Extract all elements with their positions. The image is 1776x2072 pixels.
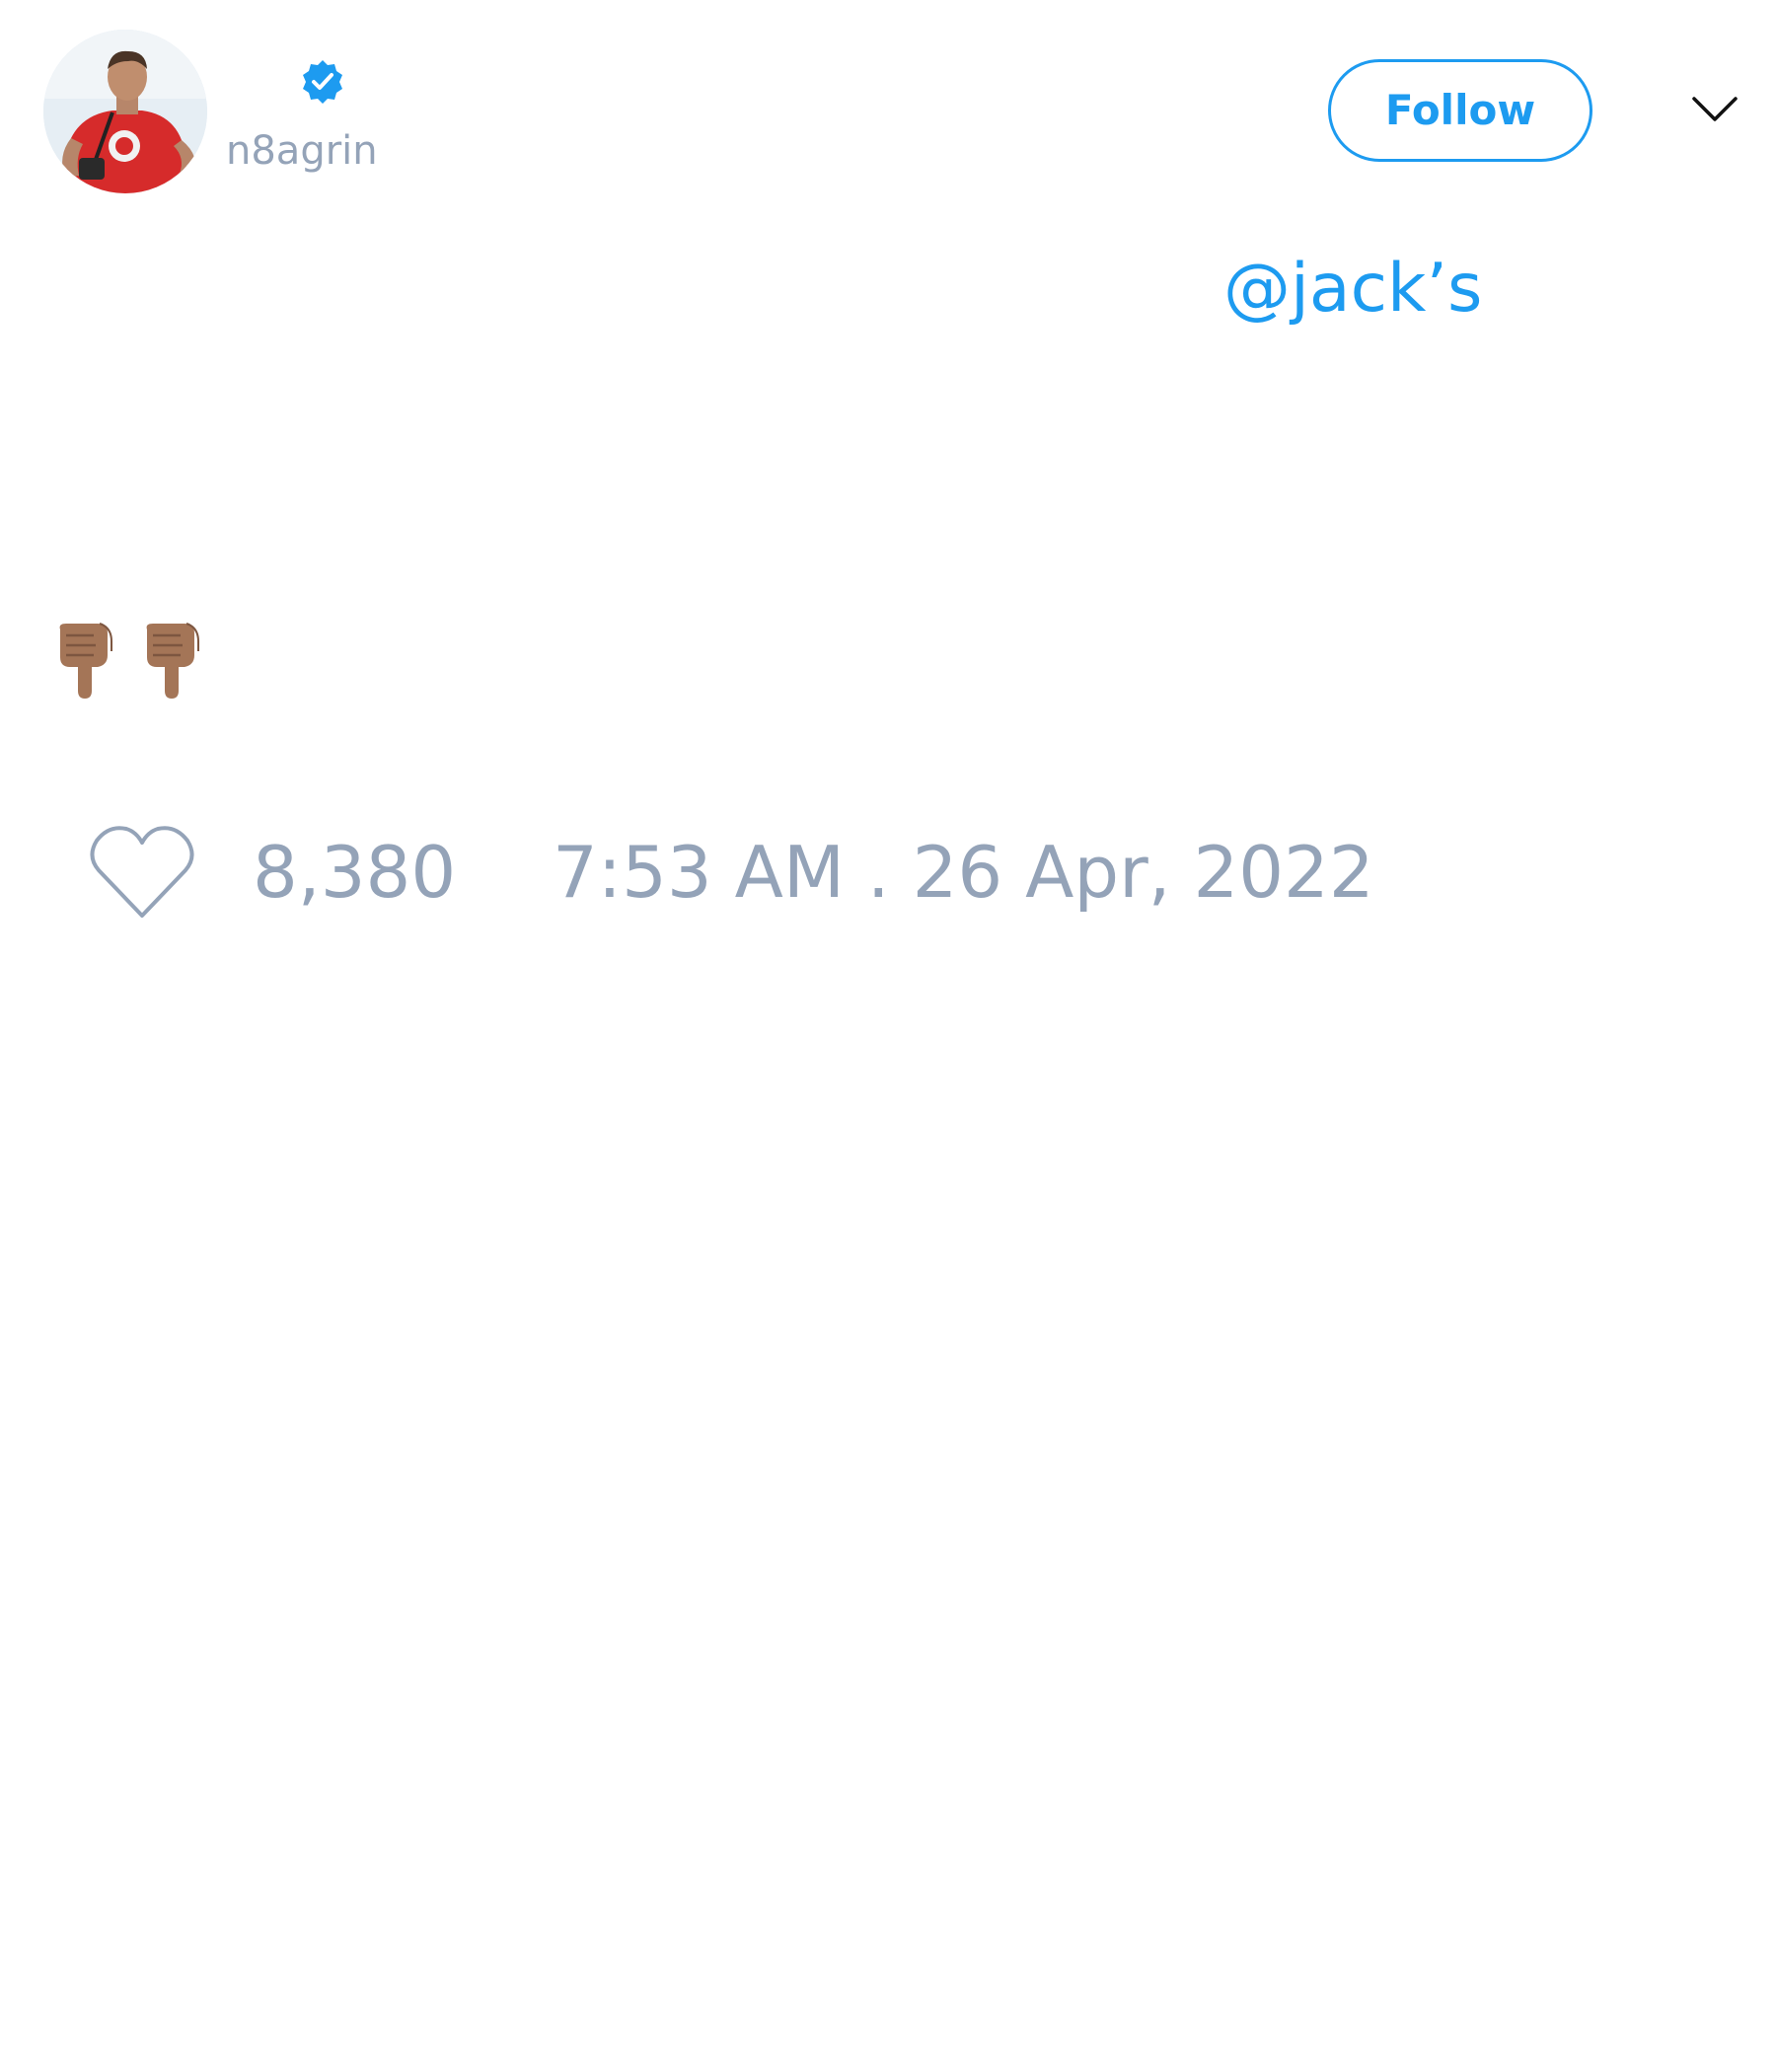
chevron-down-icon[interactable]	[1690, 89, 1739, 130]
like-count: 8,380	[253, 831, 457, 914]
pointing-down-emoji-icon	[146, 623, 199, 699]
author-handle[interactable]: n8agrin	[226, 125, 378, 177]
tweet-timestamp[interactable]: 7:53 AM . 26 Apr, 2022	[553, 831, 1374, 914]
heart-icon[interactable]	[89, 823, 195, 922]
mention-link[interactable]: @jack’s	[1223, 247, 1482, 332]
profile-photo	[43, 30, 207, 193]
pointing-down-emoji-icon	[59, 623, 112, 699]
emoji-row	[54, 622, 202, 710]
verified-badge-icon	[303, 60, 342, 104]
avatar[interactable]	[43, 30, 207, 193]
follow-button[interactable]: Follow	[1328, 59, 1592, 162]
